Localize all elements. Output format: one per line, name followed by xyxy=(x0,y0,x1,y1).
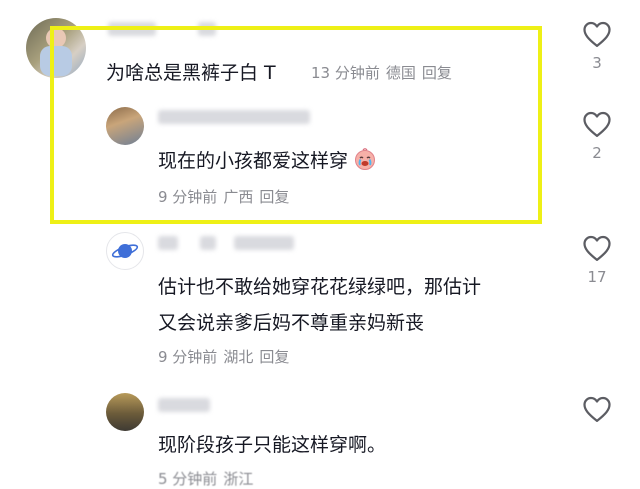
username-blurred xyxy=(234,236,294,250)
comment-time: 13 分钟前 xyxy=(311,64,380,82)
reply-button[interactable]: 回复 xyxy=(259,188,289,206)
comment-text: 估计也不敢给她穿花花绿绿吧，那估计 xyxy=(158,276,482,298)
heart-icon xyxy=(583,235,611,261)
comment-time: 9 分钟前 xyxy=(158,188,218,206)
like-count: 3 xyxy=(592,54,602,72)
comment-meta: 9 分钟前 广西 回复 xyxy=(158,186,295,207)
comment-meta: 5 分钟前 浙江 xyxy=(158,468,259,489)
comment-meta: 13 分钟前 德国 回复 xyxy=(311,62,458,83)
planet-icon xyxy=(111,244,139,258)
comment-time: 5 分钟前 xyxy=(158,470,218,488)
comment-location: 德国 xyxy=(385,64,416,82)
avatar[interactable] xyxy=(106,393,144,431)
username-blurred xyxy=(200,236,216,250)
username-blurred[interactable] xyxy=(158,398,210,412)
comment-location: 浙江 xyxy=(223,470,254,488)
avatar[interactable] xyxy=(106,232,144,270)
comment-text: 为啥总是黑裤子白 T xyxy=(106,62,276,84)
like-count: 2 xyxy=(592,144,602,162)
avatar[interactable] xyxy=(106,107,144,145)
like-button[interactable]: 17 xyxy=(577,234,617,286)
comment-meta: 9 分钟前 湖北 回复 xyxy=(158,346,295,367)
heart-icon xyxy=(583,396,611,422)
comment-text: 又会说亲爹后妈不尊重亲妈新丧 xyxy=(158,312,425,334)
comment-text-row: 现在的小孩都爱这样穿 xyxy=(158,146,377,175)
like-button[interactable]: 3 xyxy=(577,20,617,72)
heart-icon xyxy=(583,111,611,137)
reply-button[interactable]: 回复 xyxy=(259,348,289,366)
like-count: 17 xyxy=(587,268,607,286)
heart-icon xyxy=(583,21,611,47)
like-button[interactable]: 2 xyxy=(577,110,617,162)
comment-text: 现阶段孩子只能这样穿啊。 xyxy=(158,434,387,456)
comment-text: 现在的小孩都爱这样穿 xyxy=(158,150,349,172)
comment-time: 9 分钟前 xyxy=(158,348,218,366)
username-blurred[interactable] xyxy=(158,236,178,250)
username-blurred[interactable] xyxy=(158,110,310,124)
reply-button[interactable]: 回复 xyxy=(422,64,452,82)
crying-face-emoji-icon xyxy=(353,147,377,175)
comment-location: 广西 xyxy=(223,188,254,206)
like-button[interactable] xyxy=(577,395,617,423)
comment-location: 湖北 xyxy=(223,348,254,366)
